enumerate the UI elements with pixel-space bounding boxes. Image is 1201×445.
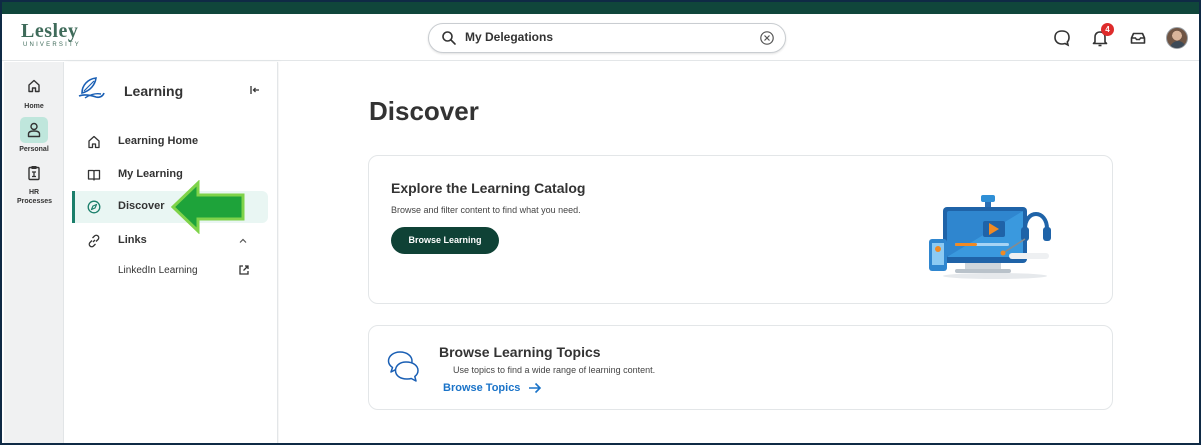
callout-arrow-icon <box>170 180 245 234</box>
arrow-right-icon <box>528 383 541 394</box>
catalog-title: Explore the Learning Catalog <box>391 180 586 196</box>
learning-panel: Learning Learning Home My Learning Disco… <box>64 62 278 443</box>
browse-topics-label: Browse Topics <box>443 382 521 394</box>
chevron-up-icon[interactable] <box>238 236 248 246</box>
main-content: Discover Explore the Learning Catalog Br… <box>279 62 1199 443</box>
catalog-card: Explore the Learning Catalog Browse and … <box>368 155 1113 304</box>
learning-illustration-icon <box>929 195 1051 279</box>
rail-item-hr-processes[interactable]: HR Processes <box>4 160 64 206</box>
home-icon <box>88 135 100 149</box>
search-input[interactable] <box>465 30 745 44</box>
brand-stripe <box>2 2 1199 14</box>
sub-link-linkedin-learning[interactable]: LinkedIn Learning <box>118 262 268 282</box>
topics-description: Use topics to find a wide range of learn… <box>453 365 656 375</box>
book-icon <box>87 169 101 181</box>
clipboard-icon <box>20 160 48 186</box>
topics-card: Browse Learning Topics Use topics to fin… <box>368 325 1113 410</box>
global-search[interactable] <box>428 23 786 53</box>
chat-icon[interactable] <box>1052 28 1072 48</box>
university-logo[interactable]: Lesley UNIVERSITY <box>21 20 81 49</box>
rail-item-personal[interactable]: Personal <box>4 117 64 154</box>
notification-badge: 4 <box>1101 23 1114 36</box>
sub-link-label: LinkedIn Learning <box>118 265 198 276</box>
home-icon <box>20 74 48 100</box>
external-link-icon <box>239 265 249 275</box>
rail-item-label: Personal <box>19 146 49 153</box>
clear-icon[interactable] <box>759 30 775 46</box>
learning-logo-icon <box>78 77 105 99</box>
panel-title: Learning <box>124 83 184 99</box>
topics-title: Browse Learning Topics <box>439 344 601 360</box>
nav-item-label: My Learning <box>118 168 183 180</box>
rail-item-home[interactable]: Home <box>4 74 64 111</box>
link-icon <box>88 234 100 248</box>
browse-topics-link[interactable]: Browse Topics <box>443 382 542 394</box>
browse-learning-button[interactable]: Browse Learning <box>391 227 499 254</box>
nav-item-learning-home[interactable]: Learning Home <box>72 126 268 158</box>
chat-bubbles-icon <box>387 351 419 382</box>
person-icon <box>20 117 48 143</box>
catalog-description: Browse and filter content to find what y… <box>391 205 581 215</box>
app-window: Lesley UNIVERSITY 4 Home Personal HR Pro… <box>0 0 1201 445</box>
collapse-panel-icon[interactable] <box>249 84 261 96</box>
top-header: Lesley UNIVERSITY 4 <box>2 14 1199 61</box>
logo-wordmark: Lesley <box>21 20 79 42</box>
inbox-icon[interactable] <box>1128 28 1148 48</box>
rail-item-label: Home <box>24 103 44 110</box>
nav-item-label: Discover <box>118 200 165 212</box>
search-icon <box>442 31 456 45</box>
left-rail: Home Personal HR Processes <box>4 62 64 443</box>
nav-item-label: Learning Home <box>118 135 199 147</box>
nav-item-label: Links <box>118 234 147 246</box>
rail-item-label: HR Processes <box>17 189 53 205</box>
logo-subtitle: UNIVERSITY <box>23 42 82 48</box>
avatar[interactable] <box>1166 27 1188 49</box>
compass-icon <box>87 200 101 214</box>
page-title: Discover <box>369 96 479 126</box>
